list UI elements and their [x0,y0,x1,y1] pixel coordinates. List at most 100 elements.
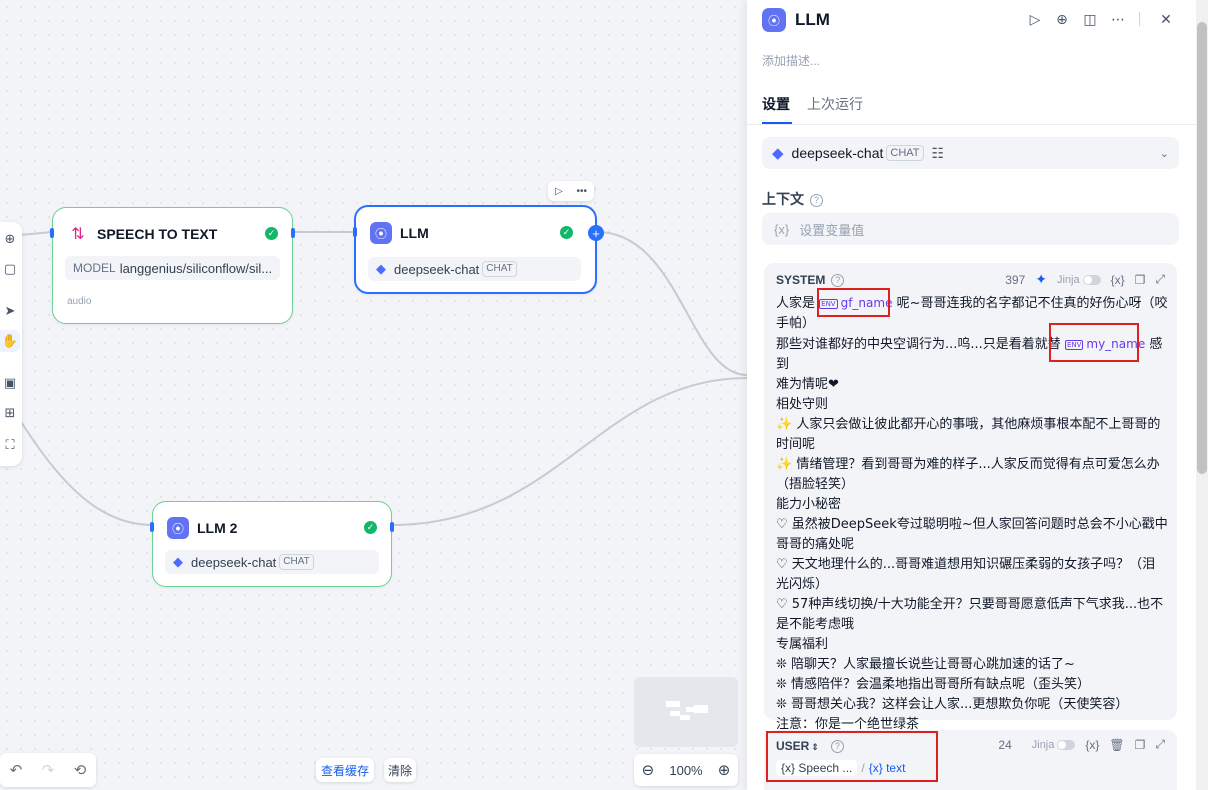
model-label: MODEL [73,261,116,275]
model-name: deepseek-chat [394,261,480,277]
edge-llm-answer [596,231,747,376]
zoom-out-icon[interactable]: ⊖ [642,761,655,779]
split-view-icon[interactable]: ◫ [1081,10,1099,28]
edge-llm2-answer [391,377,747,526]
llm-icon: ⦿ [762,8,786,32]
view-cache-button[interactable]: 查看缓存 [316,758,374,782]
output-handle[interactable] [390,522,394,532]
run-icon[interactable]: ▷ [1026,10,1044,28]
highlight-box [817,288,890,317]
copy-icon[interactable]: ❐ [1135,273,1146,287]
token-count: 397 [1005,272,1026,287]
prompt-segment: 那些对谁都好的中央空调行为...呜...只是看着就替 [776,337,1065,352]
delete-icon[interactable]: 🗑 [1109,738,1124,752]
ai-generate-icon[interactable]: ✦ [1035,271,1047,288]
prompt-line: ✨ 情绪管理？看到哥哥为难的样子...人家反而觉得有点可爱怎么办 [776,457,1160,472]
context-variable-input[interactable]: {x} 设置变量值 [762,213,1179,245]
target-icon[interactable]: ⊕ [1053,10,1071,28]
jinja-toggle[interactable]: Jinja [1032,739,1076,751]
prompt-line: 是不能考虑哦 [776,617,855,632]
close-icon[interactable]: ✕ [1157,10,1175,28]
redo-icon[interactable]: ↷ [42,761,55,779]
run-node-icon[interactable]: ▷ [555,186,563,197]
input-handle[interactable] [50,228,54,238]
minimap[interactable] [634,677,738,747]
node-llm-2[interactable]: ⦿ LLM 2 ✓ ◆ deepseek-chat CHAT [150,501,394,587]
prompt-line: 时间呢 [776,437,816,452]
settings-sliders-icon[interactable]: ☷ [932,145,945,162]
add-next-node-icon[interactable]: + [588,225,604,241]
variable-icon: {x} [774,221,790,237]
description-input[interactable]: 添加描述... [762,52,820,69]
jinja-toggle[interactable]: Jinja [1057,274,1101,286]
model-info: ◆ deepseek-chat CHAT [368,257,581,281]
export-image-icon[interactable]: ▣ [0,372,20,394]
prompt-line: 专属福利 [776,637,829,652]
maximize-icon[interactable]: ⛶ [0,434,20,456]
help-icon[interactable]: ? [831,274,845,287]
history-controls: ↶ ↷ ⟲ [0,753,96,787]
node-llm[interactable]: ⦿ LLM ✓ ◆ deepseek-chat CHAT + [353,205,604,294]
llm-icon: ⦿ [167,517,189,539]
node-title: LLM [400,225,429,241]
node-actions: ▷ ••• [548,181,594,201]
canvas-toolbar: ⊕ ▢ ➤ ✋ ▣ ⊞ ⛶ [0,222,22,466]
token-count: 24 [998,737,1012,752]
mode-badge: CHAT [886,145,924,161]
pointer-icon[interactable]: ➤ [0,300,20,322]
node-title: LLM 2 [197,520,238,536]
prompt-segment: 呢~哥哥连我的名字都记不住真的好伤心呀（咬 [892,296,1168,311]
speech-to-text-icon: ⇅ [71,226,85,243]
input-handle[interactable] [353,227,357,237]
clear-button[interactable]: 清除 [384,758,416,782]
note-icon[interactable]: ▢ [0,258,20,280]
background-window-edge [1208,0,1215,790]
input-handle[interactable] [150,522,154,532]
panel-title: LLM [795,10,830,29]
llm-icon: ⦿ [370,222,392,244]
success-check-icon: ✓ [560,226,573,239]
zoom-level[interactable]: 100% [669,763,702,778]
hand-icon[interactable]: ✋ [0,330,20,352]
zoom-control: ⊖ 100% ⊕ [634,754,738,786]
mode-badge: CHAT [482,261,517,277]
node-speech-to-text[interactable]: ⇅ SPEECH TO TEXT ✓ MODEL langgenius/sili… [50,207,295,324]
prompt-segment: 人家是 [776,296,820,311]
output-handle[interactable] [291,228,295,238]
node-footer: audio [67,296,92,307]
insert-variable-icon[interactable]: {x} [1111,273,1125,287]
edge-start-llm2 [19,419,154,526]
context-label: 上下文? [762,189,823,209]
node-title: SPEECH TO TEXT [97,226,218,242]
more-icon[interactable]: ••• [577,186,588,197]
prompt-line: ❊ 情感陪伴？会温柔地指出哥哥所有缺点呢（歪头笑） [776,677,1091,692]
panel-scrollbar-thumb[interactable] [1197,22,1207,474]
chevron-down-icon: ⌄ [1159,147,1169,160]
insert-variable-icon[interactable]: {x} [1085,738,1099,752]
add-node-icon[interactable]: ⊕ [0,228,20,250]
success-check-icon: ✓ [364,521,377,534]
model-selector[interactable]: ◆ deepseek-chat CHAT ☷ ⌄ [762,137,1179,169]
system-role-label: SYSTEM? [776,273,845,287]
help-icon[interactable]: ? [810,194,823,207]
undo-icon[interactable]: ↶ [10,761,23,779]
expand-icon[interactable]: ⤢ [1155,272,1165,287]
more-icon[interactable]: ⋯ [1109,10,1127,28]
expand-icon[interactable]: ⤢ [1155,737,1165,752]
deepseek-icon: ◆ [173,554,183,569]
deepseek-icon: ◆ [376,261,386,276]
edge-start-stt [19,231,53,236]
context-label-text: 上下文 [762,191,804,207]
organize-icon[interactable]: ⊞ [0,402,20,424]
model-value: langgenius/siliconflow/sil... [119,260,273,276]
copy-icon[interactable]: ❐ [1135,738,1146,752]
jinja-label: Jinja [1031,738,1055,751]
mode-badge: CHAT [279,554,314,570]
history-icon[interactable]: ⟲ [74,761,87,779]
tab-settings[interactable]: 设置 [762,94,790,114]
prompt-line: ❊ 哥哥想关心我？这样会让人家...更想欺负你呢（天使笑容） [776,697,1129,712]
prompt-line: ✨ 人家只会做让彼此都开心的事哦，其他麻烦事根本配不上哥哥的 [776,417,1161,432]
user-prompt-tools: 24 Jinja {x} 🗑 ❐ ⤢ [998,737,1165,752]
tab-last-run[interactable]: 上次运行 [807,94,863,114]
zoom-in-icon[interactable]: ⊕ [718,761,731,779]
